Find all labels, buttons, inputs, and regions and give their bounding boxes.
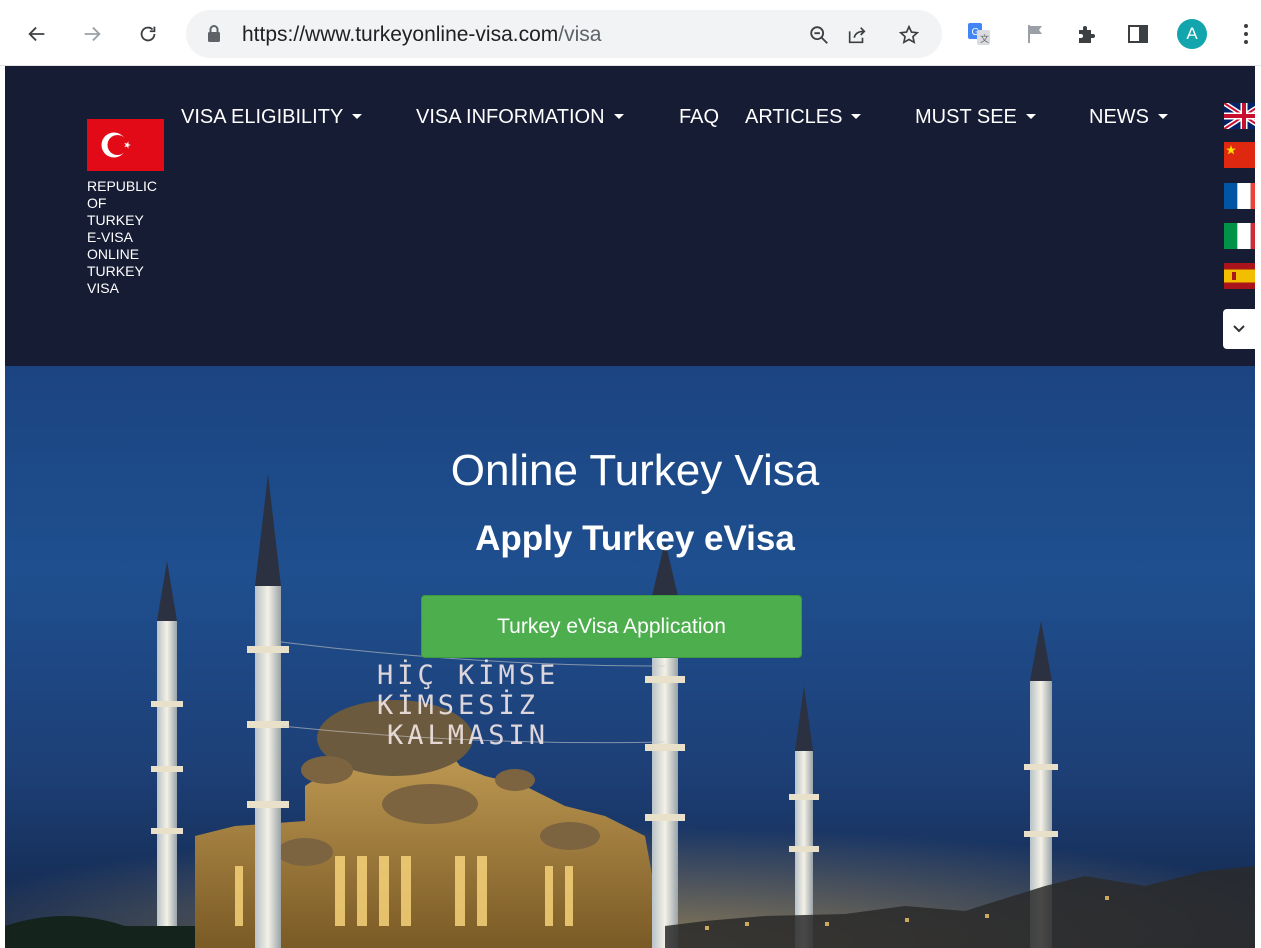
forward-button[interactable] (76, 18, 108, 50)
url-host: https://www.turkeyonline-visa.com (242, 23, 559, 46)
nav-news[interactable]: NEWS (1089, 106, 1168, 129)
hero-section: HİÇ KİMSE KİMSESİZ KALMASIN Online Turke… (5, 366, 1255, 948)
forward-arrow-icon (84, 26, 101, 42)
spanish-flag-icon[interactable] (1224, 263, 1255, 289)
french-flag-icon[interactable] (1224, 183, 1255, 209)
nav-must-see[interactable]: MUST SEE (915, 106, 1036, 129)
site-header: REPUBLIC OF TURKEY E-VISA ONLINE TURKEY … (5, 66, 1255, 366)
reload-icon (140, 26, 156, 42)
caret-down-icon (352, 114, 363, 119)
brand-line: VISA (87, 280, 119, 296)
brand-line: REPUBLIC (87, 178, 158, 194)
bookmark-star-icon[interactable] (896, 22, 922, 48)
nav-label: VISA ELIGIBILITY (181, 106, 344, 128)
nav-label: FAQ (679, 106, 720, 128)
address-bar[interactable]: https://www.turkeyonline-visa.com/visa (186, 10, 942, 58)
brand-line: ONLINE (87, 246, 140, 262)
chinese-flag-icon[interactable] (1224, 142, 1255, 168)
zoom-icon[interactable] (806, 22, 832, 48)
svg-text:文: 文 (980, 33, 989, 44)
browser-menu-icon[interactable] (1236, 18, 1256, 50)
back-button[interactable] (21, 18, 53, 50)
mahya-line: KALMASIN (387, 720, 549, 751)
nav-visa-eligibility[interactable]: VISA ELIGIBILITY (181, 106, 363, 129)
nav-label: NEWS (1089, 106, 1149, 128)
flag-extension-icon[interactable] (1022, 20, 1050, 48)
back-arrow-icon (28, 26, 45, 42)
brand-name[interactable]: REPUBLIC OF TURKEY E-VISA ONLINE TURKEY … (87, 178, 167, 297)
side-panel-icon[interactable] (1124, 20, 1152, 48)
brand-line: TURKEY (87, 263, 144, 279)
brand-line: E-VISA (87, 229, 133, 245)
language-select[interactable] (1223, 309, 1255, 349)
nav-articles[interactable]: ARTICLES (745, 106, 862, 129)
chevron-down-icon (1233, 325, 1245, 333)
evisa-application-button[interactable]: Turkey eVisa Application (421, 595, 802, 658)
caret-down-icon (613, 114, 624, 119)
profile-avatar[interactable]: A (1177, 19, 1207, 49)
nav-label: MUST SEE (915, 106, 1017, 128)
caret-down-icon (1025, 114, 1036, 119)
mahya-line: KİMSESİZ (377, 689, 539, 721)
google-translate-icon[interactable]: G文 (965, 20, 993, 48)
brand-line: OF (87, 195, 107, 211)
hero-title: Online Turkey Visa (450, 446, 820, 495)
url-path: /visa (558, 23, 602, 46)
hero-subtitle: Apply Turkey eVisa (475, 519, 795, 558)
italian-flag-icon[interactable] (1224, 223, 1255, 249)
url-text[interactable]: https://www.turkeyonline-visa.com/visa (242, 23, 601, 47)
share-icon[interactable] (844, 22, 870, 48)
nav-faq[interactable]: FAQ (679, 106, 719, 129)
brand-line: TURKEY (87, 212, 144, 228)
nav-visa-information[interactable]: VISA INFORMATION (416, 106, 624, 129)
mahya-line: HİÇ KİMSE (377, 659, 559, 691)
caret-down-icon (1158, 114, 1168, 119)
browser-toolbar: https://www.turkeyonline-visa.com/visa G… (0, 0, 1261, 66)
reload-button[interactable] (132, 18, 164, 50)
extensions-puzzle-icon[interactable] (1073, 20, 1101, 48)
turkey-flag-logo[interactable] (87, 119, 164, 171)
nav-label: VISA INFORMATION (416, 106, 605, 128)
nav-label: ARTICLES (745, 106, 843, 128)
caret-down-icon (851, 114, 862, 119)
english-flag-icon[interactable] (1224, 103, 1255, 129)
lock-icon (208, 25, 220, 42)
